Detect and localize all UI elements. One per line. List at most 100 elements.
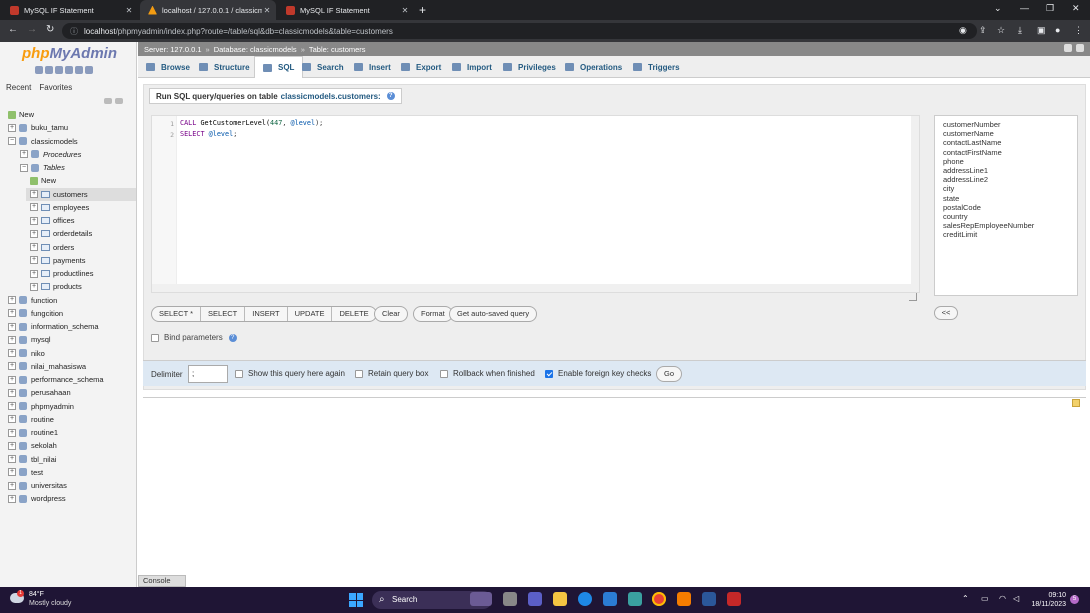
collapse-top-icon[interactable]	[1076, 44, 1084, 52]
tree-node-label[interactable]: payments	[53, 256, 86, 265]
tree-node-label[interactable]: buku_tamu	[31, 123, 68, 132]
editor-horizontal-scrollbar[interactable]	[152, 284, 919, 292]
target-table-link[interactable]: classicmodels.customers:	[281, 92, 381, 101]
tree-node-buku-tamu[interactable]: + buku_tamu	[8, 121, 68, 134]
tree-node-label[interactable]: Tables	[43, 163, 65, 172]
console-toggle[interactable]: Console	[138, 575, 186, 587]
address-bar[interactable]: ⓘ localhost /phpmyadmin/index.php?route=…	[62, 23, 977, 39]
tab-search[interactable]: Search	[302, 56, 344, 78]
minimize-icon[interactable]: —	[1020, 3, 1029, 13]
breadcrumb-database[interactable]: Database: classicmodels	[214, 45, 297, 54]
expand-icon[interactable]: +	[8, 375, 16, 384]
expand-icon[interactable]: +	[8, 362, 16, 371]
new-tab-icon[interactable]: +	[419, 3, 426, 17]
store-icon[interactable]	[603, 592, 617, 606]
bind-parameters-option[interactable]: Bind parameters ?	[151, 333, 237, 342]
reload-nav-icon[interactable]	[85, 66, 93, 74]
tree-node-classicmodels[interactable]: − classicmodels	[8, 135, 78, 148]
back-icon[interactable]: ←	[8, 24, 18, 35]
tree-node-label[interactable]: routine1	[31, 428, 58, 437]
insert-button[interactable]: INSERT	[245, 307, 288, 321]
tree-node-label[interactable]: Procedures	[43, 150, 81, 159]
tree-node-tbl-nilai[interactable]: + tbl_nilai	[8, 453, 56, 466]
tab-search-icon[interactable]: ⌄	[994, 3, 1002, 14]
show-query-again-option[interactable]: Show this query here again	[235, 369, 345, 378]
tree-node-routine1[interactable]: + routine1	[8, 426, 58, 439]
tree-node-new[interactable]: New	[8, 108, 34, 121]
expand-icon[interactable]: +	[8, 481, 16, 490]
tab-privileges[interactable]: Privileges	[503, 56, 556, 78]
foreign-key-checks-checkbox[interactable]	[545, 369, 553, 378]
tree-node-information-schema[interactable]: + information_schema	[8, 320, 99, 333]
tree-node-mysql[interactable]: + mysql	[8, 333, 51, 346]
rollback-checkbox[interactable]	[440, 369, 448, 378]
tree-node-label[interactable]: test	[31, 468, 43, 477]
tree-node-routine[interactable]: + routine	[8, 413, 54, 426]
tree-node-label[interactable]: wordpress	[31, 494, 66, 503]
close-window-icon[interactable]: ✕	[1072, 3, 1080, 14]
menu-kebab-icon[interactable]: ⋮	[1074, 25, 1083, 36]
tree-node-label[interactable]: function	[31, 296, 57, 305]
expand-icon[interactable]: +	[8, 322, 16, 331]
tree-node-orders[interactable]: + orders	[30, 241, 74, 254]
expand-icon[interactable]: +	[30, 203, 38, 212]
column-option[interactable]: contactFirstName	[943, 148, 1077, 157]
browser-tab[interactable]: MySQL IF Statement ✕	[278, 0, 414, 20]
get-autosaved-query-button[interactable]: Get auto-saved query	[449, 306, 538, 322]
tab-sql[interactable]: SQL	[254, 56, 304, 78]
app-icon[interactable]	[727, 592, 741, 606]
tree-node-label[interactable]: sekolah	[31, 441, 57, 450]
home-icon[interactable]	[35, 66, 43, 74]
collapse-all-icon[interactable]	[104, 98, 112, 104]
tree-node-label[interactable]: orderdetails	[53, 229, 92, 238]
column-option[interactable]: postalCode	[943, 203, 1077, 212]
breadcrumb-table[interactable]: Table: customers	[309, 45, 366, 54]
favorites-tab[interactable]: Favorites	[39, 83, 72, 92]
editor-resize-handle[interactable]	[909, 293, 917, 301]
tree-node-label[interactable]: employees	[53, 203, 89, 212]
tree-node-sekolah[interactable]: + sekolah	[8, 439, 57, 452]
column-option[interactable]: phone	[943, 157, 1077, 166]
expand-icon[interactable]: +	[8, 349, 16, 357]
expand-icon[interactable]: +	[30, 256, 38, 265]
show-query-again-checkbox[interactable]	[235, 369, 243, 378]
wifi-icon[interactable]: ◠	[999, 594, 1006, 603]
tree-node-label[interactable]: offices	[53, 216, 75, 225]
tree-node-employees[interactable]: + employees	[30, 201, 89, 214]
tree-node-wordpress[interactable]: + wordpress	[8, 492, 66, 505]
app-icon[interactable]	[628, 592, 642, 606]
download-icon[interactable]: ⤓	[1018, 25, 1022, 36]
select-button[interactable]: SELECT	[201, 307, 246, 321]
collapse-icon[interactable]: −	[8, 137, 16, 145]
browser-tab[interactable]: MySQL IF Statement ✕	[2, 0, 138, 20]
tree-node-customers[interactable]: + customers	[26, 187, 136, 201]
columns-list[interactable]: customerNumber customerName contactLastNam…	[934, 115, 1078, 296]
clear-button[interactable]: Clear	[374, 306, 408, 322]
help-icon[interactable]: ?	[228, 333, 237, 342]
column-option[interactable]: customerNumber	[943, 120, 1077, 129]
tree-node-label[interactable]: classicmodels	[31, 137, 78, 146]
file-explorer-icon[interactable]	[553, 592, 567, 606]
link-with-main-icon[interactable]	[115, 98, 123, 104]
tab-insert[interactable]: Insert	[354, 56, 391, 78]
tree-node-label[interactable]: mysql	[31, 335, 51, 344]
retain-query-box-checkbox[interactable]	[355, 369, 363, 378]
tree-node-productlines[interactable]: + productlines	[30, 267, 93, 280]
tree-node-label[interactable]: universitas	[31, 481, 67, 490]
bind-parameters-checkbox[interactable]	[151, 333, 159, 342]
tree-node-label[interactable]: perusahaan	[31, 388, 71, 397]
tree-node-label[interactable]: routine	[31, 415, 54, 424]
profile-icon[interactable]: ●	[1055, 25, 1060, 35]
tree-node-label[interactable]: orders	[53, 243, 74, 252]
close-tab-icon[interactable]: ✕	[124, 6, 134, 15]
clock[interactable]: 09:10 18/11/2023	[1030, 591, 1066, 609]
column-option[interactable]: state	[943, 194, 1077, 203]
help-icon[interactable]	[55, 66, 63, 74]
tree-node-label[interactable]: nilai_mahasiswa	[31, 362, 86, 371]
expand-icon[interactable]: +	[8, 441, 16, 450]
tray-overflow-icon[interactable]: ⌃	[962, 594, 969, 603]
start-button[interactable]	[349, 593, 363, 607]
battery-icon[interactable]: ▭	[981, 594, 989, 603]
tree-node-niko[interactable]: + niko	[8, 347, 45, 360]
tree-node-label[interactable]: niko	[31, 349, 45, 358]
